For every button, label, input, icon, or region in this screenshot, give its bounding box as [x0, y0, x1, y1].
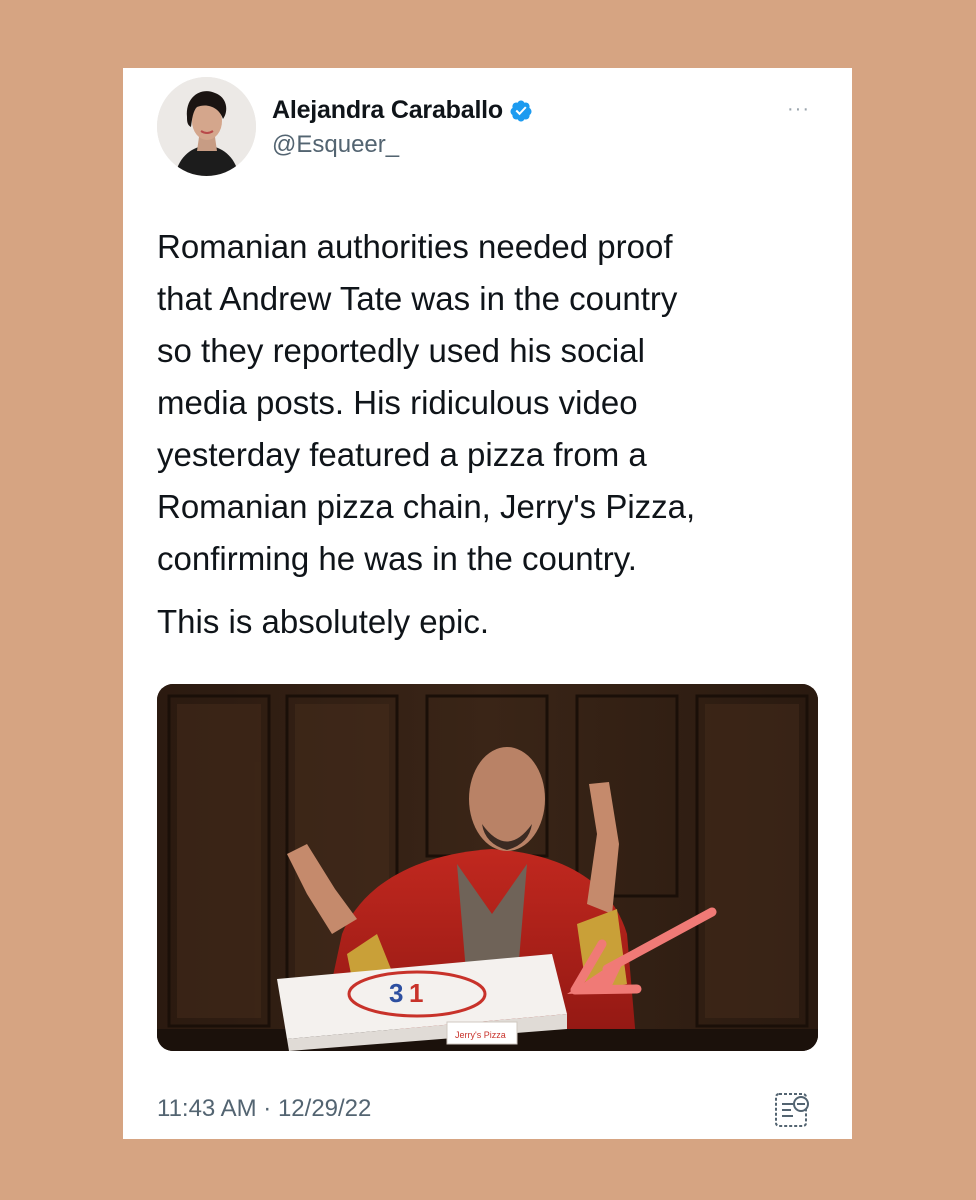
author-name-row: Alejandra Caraballo	[272, 96, 533, 125]
pizza-box-brand-text: Jerry's Pizza	[455, 1030, 506, 1040]
more-options-icon[interactable]: ···	[787, 98, 810, 121]
verified-badge-icon	[509, 99, 533, 123]
author-avatar[interactable]	[157, 77, 256, 176]
analytics-icon[interactable]	[773, 1090, 811, 1130]
author-handle[interactable]: @Esqueer_	[272, 131, 399, 159]
author-display-name[interactable]: Alejandra Caraballo	[272, 96, 503, 125]
tweet-text-closing: This is absolutely epic.	[157, 603, 489, 640]
svg-text:3: 3	[389, 978, 403, 1008]
svg-text:1: 1	[409, 978, 423, 1008]
profile-photo-icon	[157, 77, 256, 176]
tweet-timestamp[interactable]: 11:43 AM · 12/29/22	[157, 1095, 371, 1123]
tweet-text: Romanian authorities needed proof that A…	[157, 228, 696, 577]
tweet-media-image[interactable]: 3 1 Jerry's Pizza	[157, 684, 818, 1051]
tweet-card: Alejandra Caraballo @Esqueer_ ··· Romani…	[123, 68, 852, 1139]
video-still-image: 3 1 Jerry's Pizza	[157, 684, 818, 1051]
